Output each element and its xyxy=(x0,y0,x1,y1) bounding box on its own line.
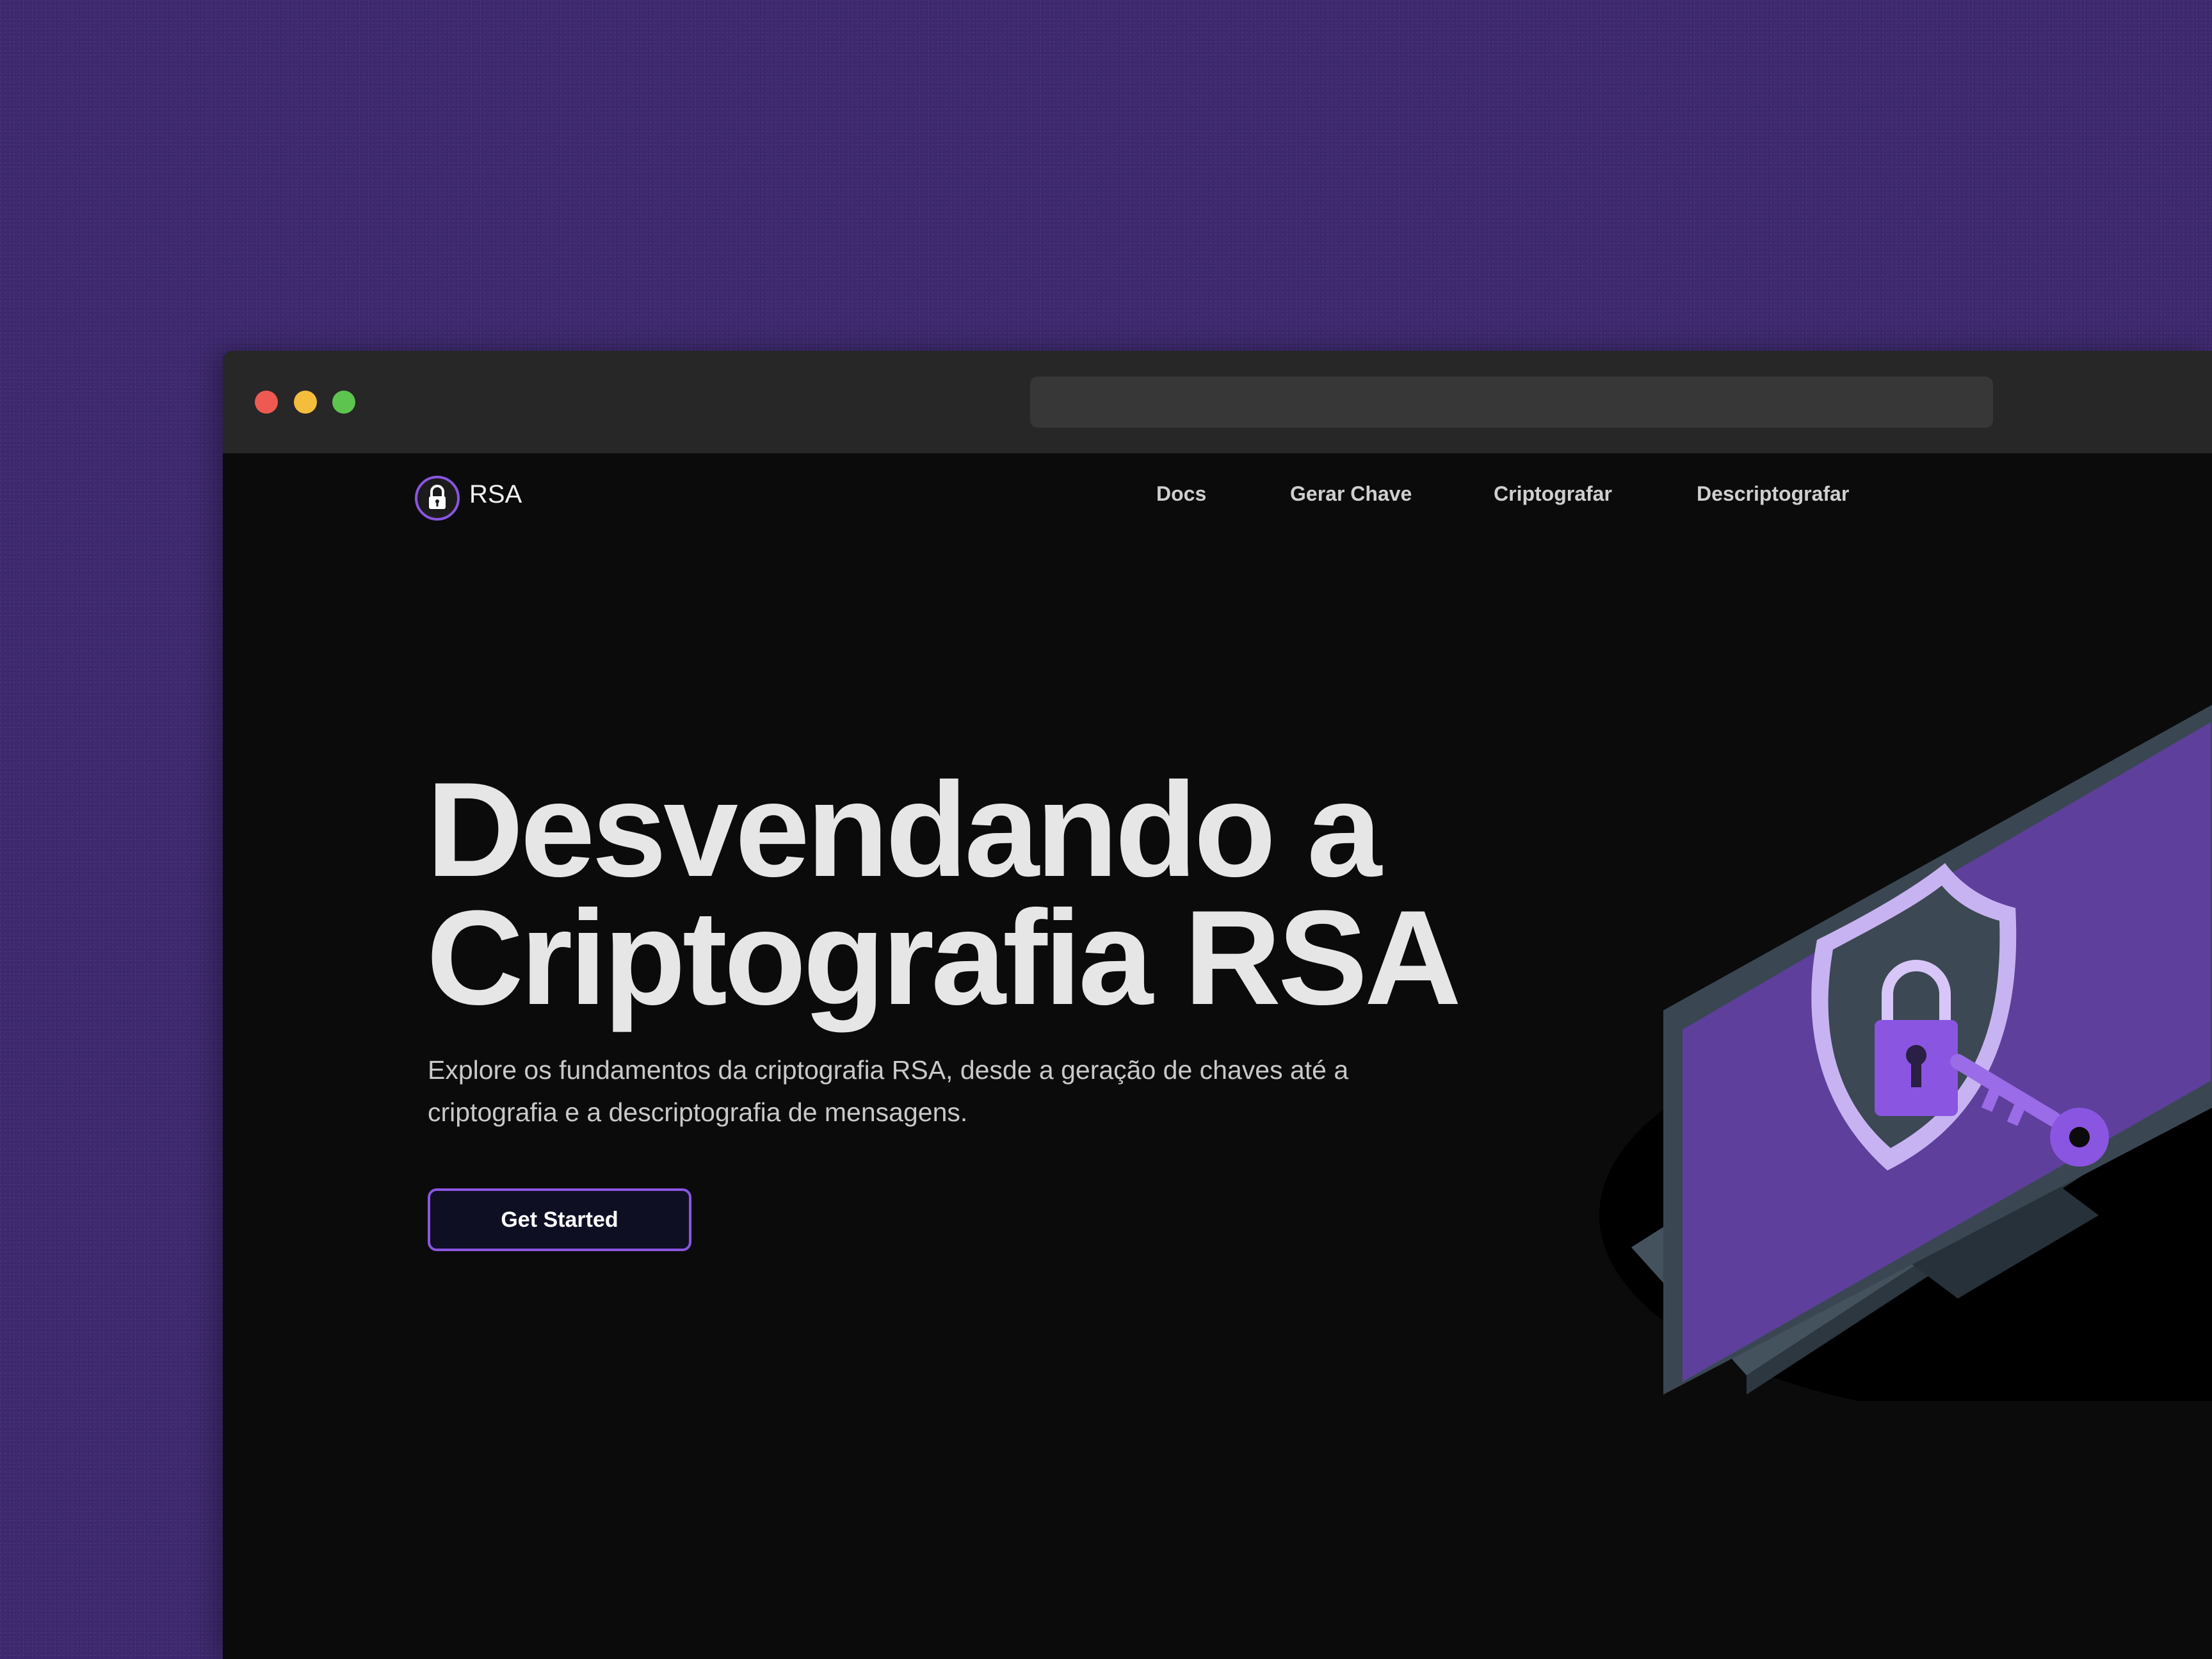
hero-subtitle: Explore os fundamentos da criptografia R… xyxy=(428,1055,1349,1127)
nav-link-criptografar[interactable]: Criptografar xyxy=(1494,482,1612,506)
minimize-window-button[interactable] xyxy=(294,391,317,414)
get-started-button[interactable]: Get Started xyxy=(428,1188,691,1251)
laptop-shield-lock-key-illustration xyxy=(1599,704,2212,1401)
close-window-button[interactable] xyxy=(255,391,278,414)
padlock-icon[interactable] xyxy=(415,476,460,521)
nav-link-docs[interactable]: Docs xyxy=(1156,482,1206,506)
hero-title: Desvendando a Criptografia RSA xyxy=(426,754,1462,1033)
hero-title-line-2: Criptografia RSA xyxy=(426,882,1462,1033)
browser-titlebar xyxy=(223,351,2212,453)
hero-title-line-1: Desvendando a xyxy=(426,754,1382,905)
address-bar[interactable] xyxy=(1030,376,1993,428)
nav-link-descriptografar[interactable]: Descriptografar xyxy=(1697,482,1849,506)
site-navbar: RSA Docs Gerar Chave Criptografar Descri… xyxy=(223,453,2212,543)
nav-link-gerar-chave[interactable]: Gerar Chave xyxy=(1290,482,1412,506)
brand-name[interactable]: RSA xyxy=(469,480,522,509)
maximize-window-button[interactable] xyxy=(332,391,355,414)
browser-window: RSA Docs Gerar Chave Criptografar Descri… xyxy=(223,351,2212,1659)
